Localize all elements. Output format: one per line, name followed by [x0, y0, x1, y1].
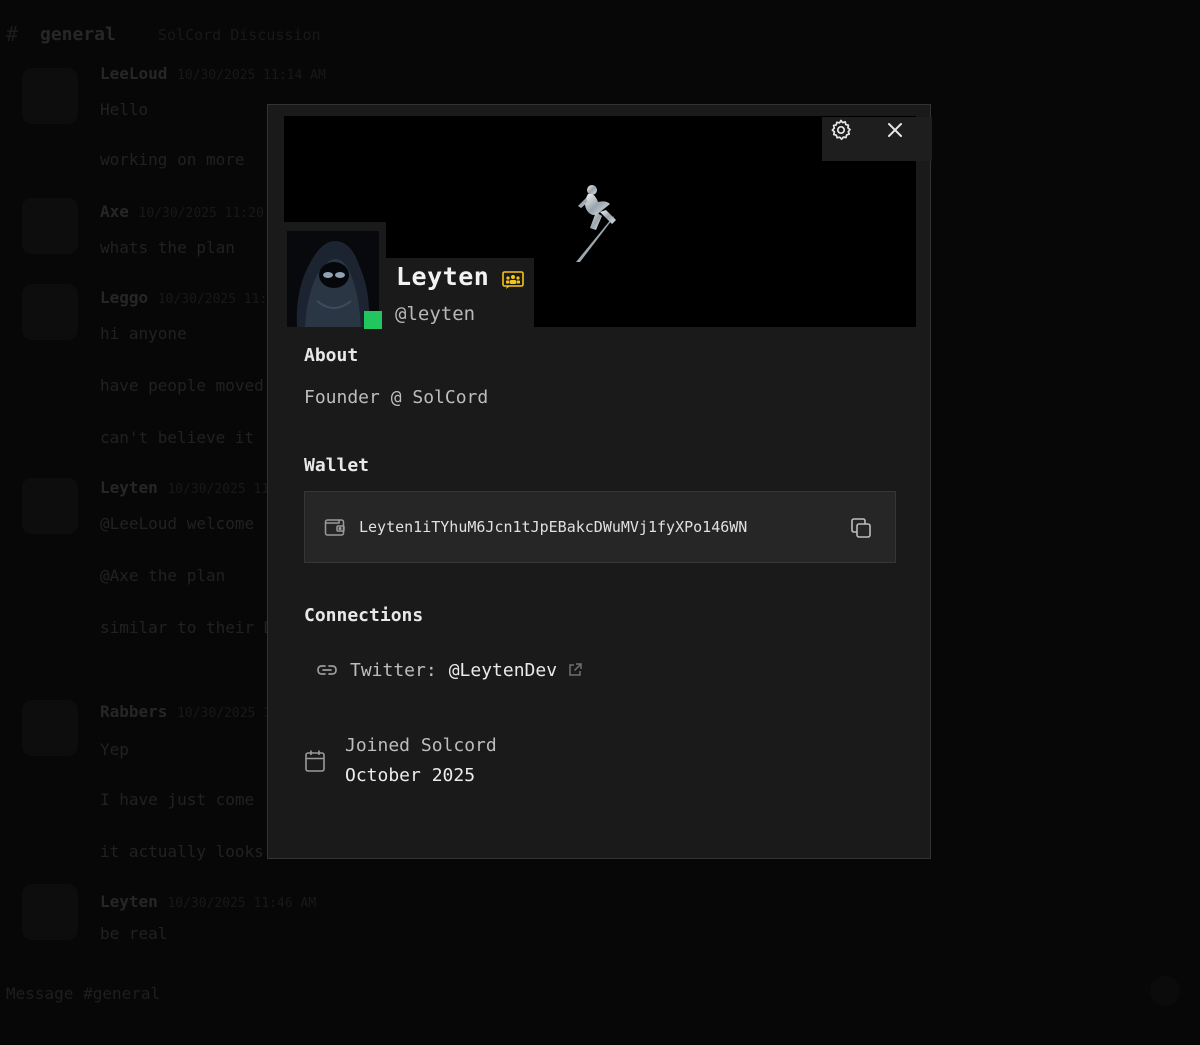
copy-wallet-button[interactable] — [845, 512, 877, 544]
joined-label: Joined Solcord — [345, 735, 497, 756]
external-link-icon — [569, 663, 582, 676]
close-icon — [888, 123, 902, 137]
close-button[interactable] — [878, 113, 912, 147]
copy-icon — [851, 518, 871, 538]
team-badge-icon — [502, 271, 524, 289]
connection-twitter[interactable]: Twitter: @LeytenDev — [316, 655, 583, 685]
joined-date: October 2025 — [345, 765, 476, 786]
silver-surfer-banner-image — [576, 185, 616, 262]
display-name: Leyten — [396, 262, 490, 291]
wallet-field: Leyten1iTYhuM6Jcn1tJpEBakcDWuMVj1fyXPo14… — [304, 491, 896, 563]
username: @leyten — [395, 303, 476, 325]
wallet-icon — [324, 519, 345, 536]
connection-platform-label: Twitter: — [350, 659, 437, 681]
gear-icon — [831, 119, 851, 141]
wallet-heading: Wallet — [304, 455, 370, 476]
settings-button[interactable] — [824, 113, 858, 147]
calendar-icon — [305, 750, 325, 772]
wallet-address: Leyten1iTYhuM6Jcn1tJpEBakcDWuMVj1fyXPo14… — [359, 518, 748, 536]
connections-heading: Connections — [304, 605, 424, 626]
external-link-button[interactable] — [567, 662, 583, 678]
connection-handle-link[interactable]: @LeytenDev — [449, 660, 557, 681]
profile-modal: Leyten @leyten About Founder @ SolCord W… — [267, 104, 932, 859]
online-status-indicator — [364, 311, 382, 329]
about-text: Founder @ SolCord — [304, 387, 489, 408]
link-icon — [317, 665, 337, 675]
about-heading: About — [304, 345, 359, 366]
